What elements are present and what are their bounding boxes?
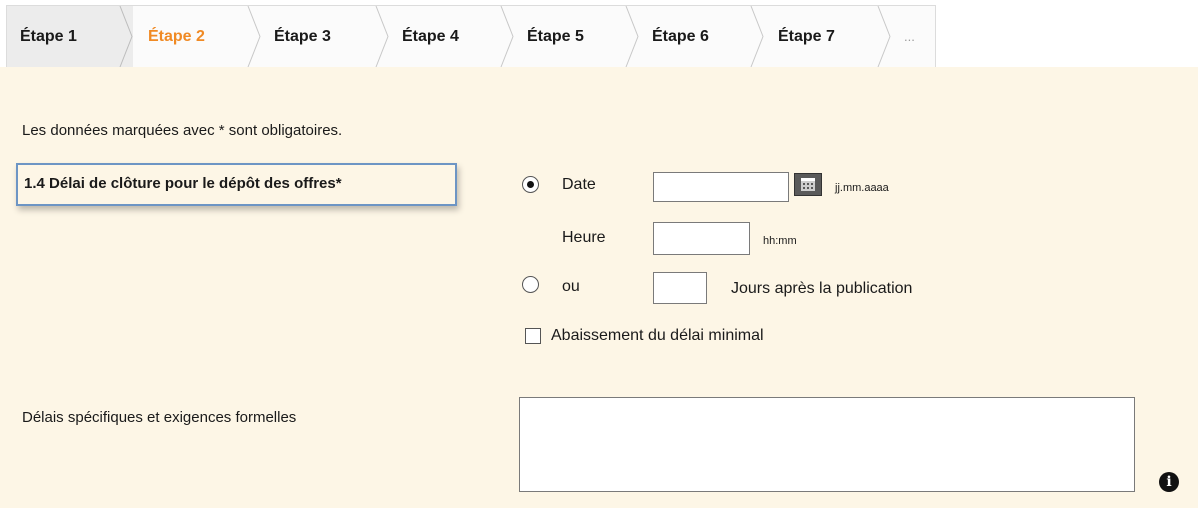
tab-step-7[interactable]: Étape 7: [778, 6, 835, 67]
step-tabs: Étape 1 Étape 2 Étape 3 Étape 4 Étape 5 …: [6, 5, 936, 67]
chevron-separator-icon: [750, 6, 764, 67]
tab-step-2[interactable]: Étape 2: [148, 6, 205, 67]
date-format-hint: jj.mm.aaaa: [835, 182, 889, 194]
chevron-separator-icon: [500, 6, 514, 67]
time-label: Heure: [562, 229, 606, 246]
date-input[interactable]: [653, 172, 789, 202]
specific-deadlines-label: Délais spécifiques et exigences formelle…: [22, 409, 297, 426]
chevron-separator-icon: [247, 6, 261, 67]
date-option-radio[interactable]: [522, 176, 539, 193]
date-option-label: Date: [562, 176, 596, 193]
days-option-radio[interactable]: [522, 276, 539, 293]
chevron-separator-icon: [877, 6, 891, 67]
chevron-separator-icon: [119, 6, 133, 67]
tab-step-4[interactable]: Étape 4: [402, 6, 459, 67]
tab-label: Étape 1: [20, 28, 77, 45]
tab-step-5[interactable]: Étape 5: [527, 6, 584, 67]
time-input[interactable]: [653, 222, 750, 255]
tab-label: Étape 5: [527, 28, 584, 45]
tab-label: Étape 4: [402, 28, 459, 45]
tab-label: Étape 6: [652, 28, 709, 45]
tab-step-1[interactable]: Étape 1: [7, 6, 133, 67]
days-input[interactable]: [653, 272, 707, 304]
days-suffix: Jours après la publication: [731, 280, 913, 297]
tab-more[interactable]: ...: [904, 6, 915, 67]
tab-step-6[interactable]: Étape 6: [652, 6, 709, 67]
tab-label: Étape 3: [274, 28, 331, 45]
chevron-separator-icon: [375, 6, 389, 67]
tab-step-3[interactable]: Étape 3: [274, 6, 331, 67]
chevron-separator-icon: [625, 6, 639, 67]
tab-label: Étape 7: [778, 28, 835, 45]
specific-deadlines-textarea[interactable]: [519, 397, 1135, 492]
info-icon[interactable]: i: [1159, 472, 1179, 492]
calendar-icon[interactable]: [794, 173, 822, 196]
tab-label: ...: [904, 29, 915, 44]
days-option-label: ou: [562, 278, 580, 295]
mandatory-note: Les données marquées avec * sont obligat…: [22, 122, 343, 139]
time-format-hint: hh:mm: [763, 235, 797, 247]
reduction-checkbox[interactable]: [525, 328, 541, 344]
section-label-box: 1.4 Délai de clôture pour le dépôt des o…: [16, 163, 457, 206]
tab-label: Étape 2: [148, 28, 205, 45]
reduction-checkbox-label: Abaissement du délai minimal: [551, 327, 764, 344]
section-label: 1.4 Délai de clôture pour le dépôt des o…: [24, 175, 342, 192]
